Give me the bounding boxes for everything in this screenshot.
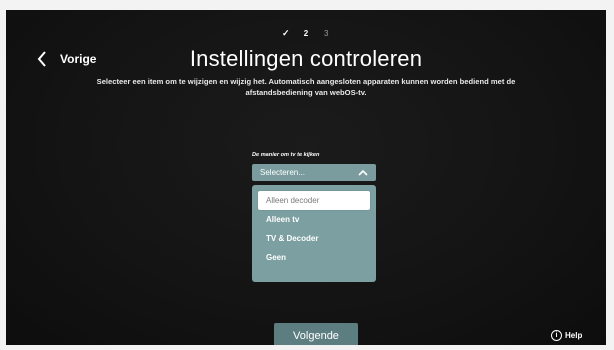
info-icon: i bbox=[551, 330, 562, 341]
step-next: 3 bbox=[324, 29, 329, 38]
page-title: Instellingen controleren bbox=[189, 46, 423, 71]
option-tv-decoder[interactable]: TV & Decoder bbox=[258, 229, 370, 248]
page-subtitle: Selecteer een item om te wijzigen en wij… bbox=[96, 77, 516, 97]
tv-mode-select[interactable]: Selecteren... bbox=[252, 164, 376, 181]
photo-frame: ✓ 2 3 Vorige Instellingen controleren Se… bbox=[0, 0, 614, 350]
help-label: Help bbox=[565, 331, 583, 340]
step-done-icon: ✓ bbox=[281, 28, 290, 38]
tv-mode-dropdown: Alleen decoder Alleen tv TV & Decoder Ge… bbox=[252, 185, 376, 282]
option-alleen-tv[interactable]: Alleen tv bbox=[258, 210, 370, 229]
tv-mode-select-value: Selecteren... bbox=[260, 168, 305, 177]
chevron-up-icon bbox=[358, 169, 368, 177]
step-indicator: ✓ 2 3 bbox=[6, 28, 606, 39]
tv-mode-label: De manier om tv te kijken bbox=[252, 152, 320, 158]
tv-screen: ✓ 2 3 Vorige Instellingen controleren Se… bbox=[6, 10, 606, 345]
option-alleen-decoder[interactable]: Alleen decoder bbox=[258, 191, 370, 210]
help-button[interactable]: i Help bbox=[551, 330, 582, 341]
step-current: 2 bbox=[303, 29, 309, 38]
option-geen[interactable]: Geen bbox=[258, 248, 370, 267]
next-button[interactable]: Volgende bbox=[274, 323, 358, 345]
